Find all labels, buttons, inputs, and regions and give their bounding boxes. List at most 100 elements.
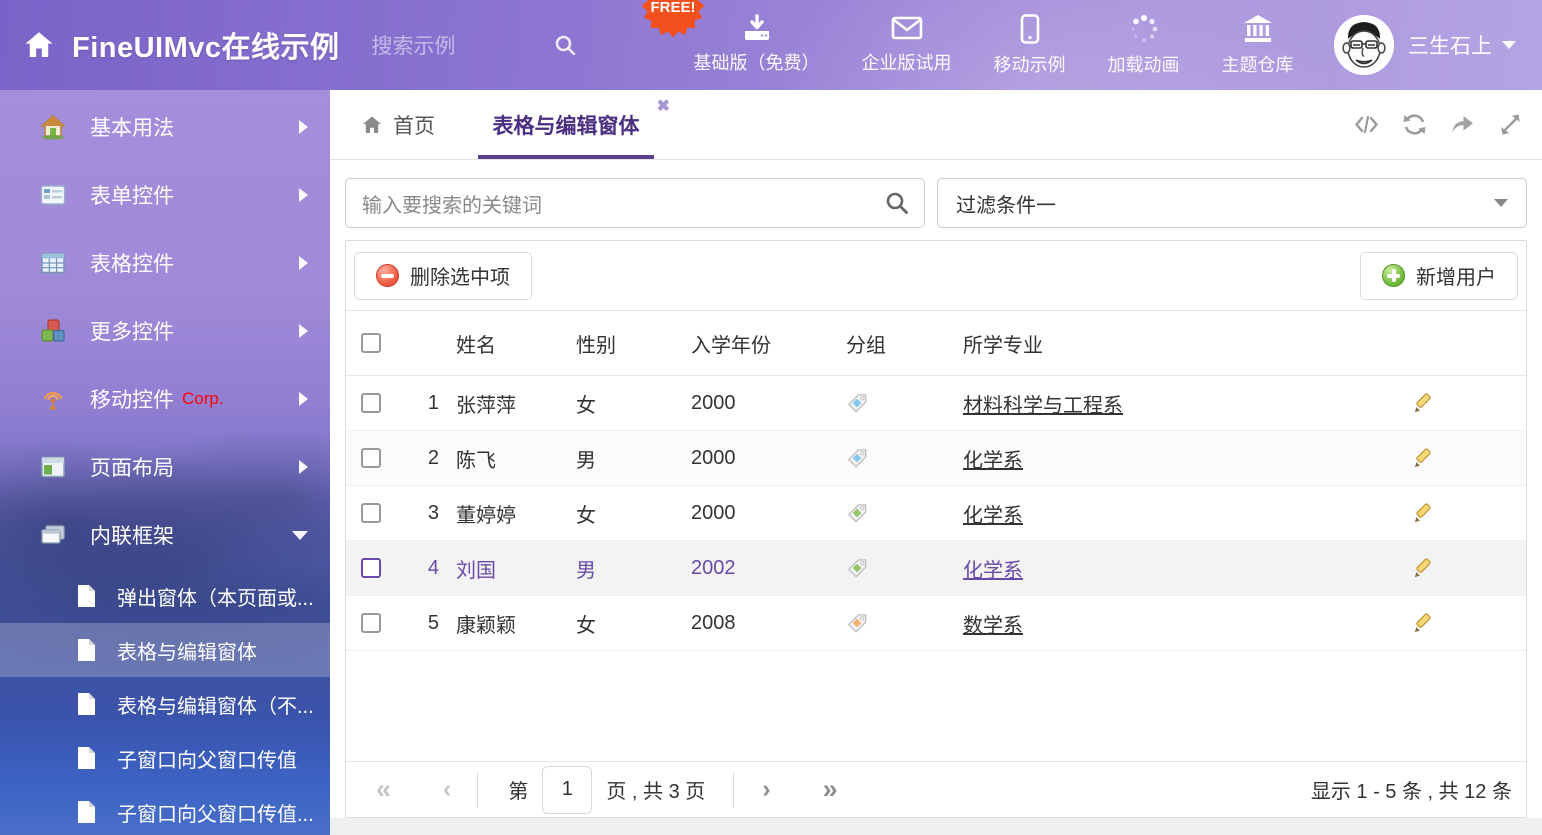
cell-year: 2000	[674, 502, 829, 525]
cell-year: 2008	[674, 612, 829, 635]
antenna-icon	[40, 386, 66, 412]
nav-label: 主题仓库	[1222, 51, 1294, 77]
edit-icon[interactable]	[1412, 612, 1435, 635]
first-page-button[interactable]: «	[376, 776, 391, 803]
table-row[interactable]: 1 张萍萍 女 2000 材料科学与工程系	[346, 376, 1526, 431]
delete-selected-button[interactable]: 删除选中项	[354, 252, 532, 300]
next-page-button[interactable]: ›	[762, 777, 770, 802]
sidebar-item-basic-usage[interactable]: 基本用法	[0, 93, 330, 161]
add-button-label: 新增用户	[1416, 261, 1496, 290]
app-header: FineUIMvc在线示例 搜索示例 FREE! 基础版（免费） 企业版试用	[0, 0, 1542, 90]
nav-item-enterprise-trial[interactable]: 企业版试用	[841, 14, 973, 77]
sidebar-subitem-grid-edit-window[interactable]: 表格与编辑窗体	[0, 623, 330, 677]
page-number-input[interactable]	[542, 766, 592, 814]
minus-circle-icon	[376, 264, 399, 287]
column-header-gender: 性别	[559, 329, 674, 358]
major-link[interactable]: 材料科学与工程系	[963, 395, 1123, 417]
chevron-down-icon	[292, 531, 308, 540]
home-icon[interactable]	[22, 28, 56, 62]
page-icon	[76, 746, 97, 770]
edit-icon[interactable]	[1412, 557, 1435, 580]
sidebar-subitem-label: 弹出窗体（本页面或...	[117, 582, 314, 611]
main-content: 首页 表格与编辑窗体 ✖	[330, 90, 1542, 835]
sidebar-item-iframe[interactable]: 内联框架	[0, 501, 330, 569]
sidebar-subitem-child-to-parent-2[interactable]: 子窗口向父窗口传值...	[0, 785, 330, 835]
filter-dropdown[interactable]: 过滤条件一	[937, 178, 1527, 228]
tag-icon[interactable]	[846, 612, 869, 635]
major-link[interactable]: 化学系	[963, 560, 1023, 582]
search-icon[interactable]	[884, 190, 910, 216]
row-checkbox[interactable]	[361, 393, 381, 413]
table-row[interactable]: 3 董婷婷 女 2000 化学系	[346, 486, 1526, 541]
table-row[interactable]: 4 刘国 男 2002 化学系	[346, 541, 1526, 596]
row-index: 2	[394, 447, 439, 470]
row-checkbox[interactable]	[361, 558, 381, 578]
edit-icon[interactable]	[1412, 392, 1435, 415]
source-code-icon[interactable]	[1353, 111, 1380, 138]
cubes-icon	[40, 318, 66, 344]
chevron-down-icon	[1502, 41, 1516, 49]
sidebar-subitem-child-to-parent[interactable]: 子窗口向父窗口传值	[0, 731, 330, 785]
spinner-icon	[1129, 14, 1159, 44]
column-header-year: 入学年份	[674, 329, 829, 358]
nav-item-loading-anim[interactable]: 加载动画	[1087, 14, 1201, 77]
prev-page-button[interactable]: ‹	[443, 777, 451, 802]
tab-home[interactable]: 首页	[360, 90, 435, 159]
page-icon	[76, 584, 97, 608]
tab-bar: 首页 表格与编辑窗体 ✖	[330, 90, 1542, 160]
add-user-button[interactable]: 新增用户	[1360, 252, 1518, 300]
major-link[interactable]: 化学系	[963, 505, 1023, 527]
mail-icon	[891, 14, 923, 42]
nav-item-theme-repo[interactable]: 主题仓库	[1201, 14, 1315, 77]
delete-button-label: 删除选中项	[410, 261, 510, 290]
sidebar-item-form-controls[interactable]: 表单控件	[0, 161, 330, 229]
major-link[interactable]: 化学系	[963, 450, 1023, 472]
row-checkbox[interactable]	[361, 503, 381, 523]
sidebar-item-page-layout[interactable]: 页面布局	[0, 433, 330, 501]
select-all-checkbox[interactable]	[361, 333, 381, 353]
page-icon	[76, 638, 97, 662]
last-page-button[interactable]: »	[823, 776, 838, 803]
row-index: 3	[394, 502, 439, 525]
chevron-right-icon	[299, 460, 308, 474]
avatar[interactable]	[1334, 15, 1394, 75]
table-row[interactable]: 2 陈飞 男 2000 化学系	[346, 431, 1526, 486]
tab-grid-edit-window[interactable]: 表格与编辑窗体 ✖	[478, 90, 654, 159]
corp-badge: Corp.	[182, 389, 224, 409]
edit-icon[interactable]	[1412, 447, 1435, 470]
tab-label: 首页	[393, 110, 435, 140]
row-checkbox[interactable]	[361, 613, 381, 633]
sidebar-subitem-popup-window[interactable]: 弹出窗体（本页面或...	[0, 569, 330, 623]
expand-icon[interactable]	[1497, 111, 1524, 138]
bank-icon	[1242, 14, 1274, 44]
cell-name: 陈飞	[439, 444, 559, 473]
nav-item-mobile-demo[interactable]: 移动示例	[973, 14, 1087, 77]
sidebar-item-grid-controls[interactable]: 表格控件	[0, 229, 330, 297]
refresh-icon[interactable]	[1401, 111, 1428, 138]
user-menu[interactable]: 三生石上	[1334, 15, 1516, 75]
tag-icon[interactable]	[846, 447, 869, 470]
sidebar-subitem-grid-edit-window-2[interactable]: 表格与编辑窗体（不...	[0, 677, 330, 731]
tag-icon[interactable]	[846, 557, 869, 580]
sidebar-item-mobile-controls[interactable]: 移动控件 Corp.	[0, 365, 330, 433]
major-link[interactable]: 数学系	[963, 615, 1023, 637]
sidebar-subitem-label: 表格与编辑窗体	[117, 636, 257, 665]
close-icon[interactable]: ✖	[657, 99, 670, 115]
free-badge-text: FREE!	[650, 0, 695, 16]
keyword-search-input[interactable]: 输入要搜索的关键词	[345, 178, 925, 228]
row-checkbox[interactable]	[361, 448, 381, 468]
search-icon[interactable]	[553, 33, 577, 57]
layout-icon	[40, 454, 66, 480]
table-row[interactable]: 5 康颖颖 女 2008 数学系	[346, 596, 1526, 651]
app-title: FineUIMvc在线示例	[72, 24, 340, 66]
filter-row: 输入要搜索的关键词 过滤条件一	[330, 160, 1542, 240]
header-search-placeholder: 搜索示例	[372, 30, 456, 60]
sidebar-item-more-controls[interactable]: 更多控件	[0, 297, 330, 365]
tag-icon[interactable]	[846, 392, 869, 415]
share-forward-icon[interactable]	[1449, 111, 1476, 138]
grid-empty-area	[346, 651, 1526, 761]
header-search-input[interactable]: 搜索示例	[372, 30, 577, 60]
download-icon	[742, 14, 772, 42]
edit-icon[interactable]	[1412, 502, 1435, 525]
tag-icon[interactable]	[846, 502, 869, 525]
